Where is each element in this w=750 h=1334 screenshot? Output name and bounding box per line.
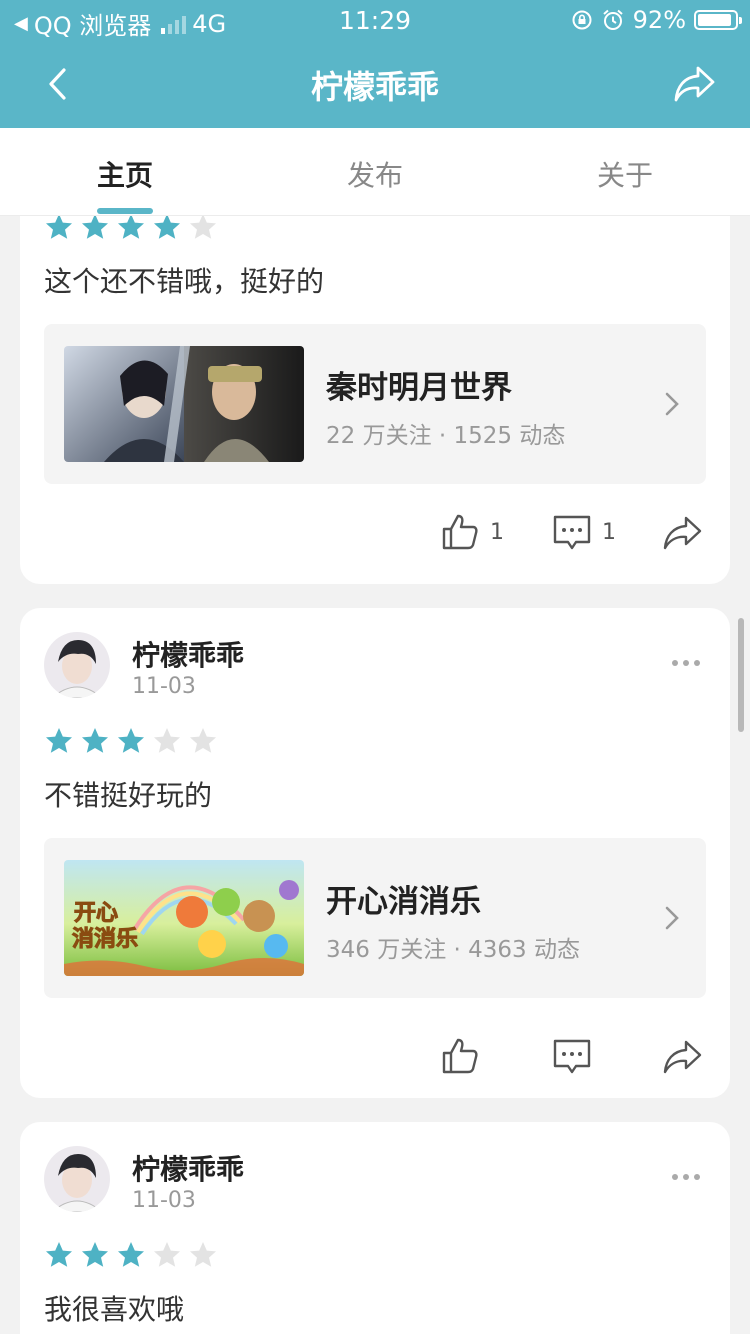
star-empty-icon bbox=[154, 728, 180, 753]
feed[interactable]: 这个还不错哦，挺好的 秦时明月世界 22 万关注 · 1525 动态 1 1 柠… bbox=[0, 216, 750, 1334]
post-actions: 1 1 bbox=[20, 502, 730, 562]
post-card: 柠檬乖乖 11-03 我很喜欢哦 bbox=[20, 1122, 730, 1334]
post-card: 这个还不错哦，挺好的 秦时明月世界 22 万关注 · 1525 动态 1 1 bbox=[20, 216, 730, 584]
alarm-icon bbox=[602, 9, 623, 30]
post-date: 11-03 bbox=[132, 674, 196, 699]
star-empty-icon bbox=[154, 1242, 180, 1267]
game-name: 开心消消乐 bbox=[326, 884, 481, 920]
star-filled-icon bbox=[82, 1242, 108, 1267]
more-options-icon[interactable] bbox=[672, 1174, 700, 1180]
comment-button[interactable]: 1 bbox=[552, 512, 616, 552]
game-card[interactable]: 秦时明月世界 22 万关注 · 1525 动态 bbox=[44, 324, 706, 484]
rotation-lock-icon bbox=[572, 10, 592, 30]
avatar[interactable] bbox=[44, 1146, 110, 1212]
battery-percent: 92% bbox=[632, 6, 686, 34]
post-text: 这个还不错哦，挺好的 bbox=[44, 265, 325, 298]
share-icon[interactable] bbox=[672, 62, 716, 106]
star-filled-icon bbox=[46, 1242, 72, 1267]
page-title: 柠檬乖乖 bbox=[310, 68, 439, 106]
game-thumbnail bbox=[64, 346, 304, 462]
like-count: 1 bbox=[490, 519, 504, 545]
tab-indicator bbox=[97, 208, 153, 214]
star-filled-icon bbox=[46, 216, 72, 239]
author-name[interactable]: 柠檬乖乖 bbox=[132, 634, 244, 674]
star-filled-icon bbox=[82, 728, 108, 753]
share-arrow-icon bbox=[663, 1040, 702, 1074]
more-options-icon[interactable] bbox=[672, 660, 700, 666]
nav-bar: 柠檬乖乖 bbox=[0, 40, 750, 128]
star-filled-icon bbox=[154, 216, 180, 239]
comment-button[interactable] bbox=[552, 1036, 602, 1076]
chevron-right-icon bbox=[665, 906, 679, 930]
rating-stars bbox=[44, 726, 218, 756]
comment-icon bbox=[553, 515, 591, 550]
chevron-right-icon bbox=[665, 392, 679, 416]
comment-count: 1 bbox=[602, 519, 616, 545]
post-text: 不错挺好玩的 bbox=[44, 779, 213, 812]
game-stats: 346 万关注 · 4363 动态 bbox=[326, 937, 580, 963]
tab-posts[interactable]: 发布 bbox=[250, 154, 500, 194]
like-button[interactable] bbox=[440, 1036, 490, 1076]
thumbs-up-icon bbox=[442, 514, 478, 550]
star-empty-icon bbox=[190, 728, 216, 753]
avatar[interactable] bbox=[44, 632, 110, 698]
author-name[interactable]: 柠檬乖乖 bbox=[132, 1148, 244, 1188]
comment-icon bbox=[553, 1039, 591, 1074]
star-filled-icon bbox=[82, 216, 108, 239]
rating-stars bbox=[44, 216, 218, 242]
star-filled-icon bbox=[118, 728, 144, 753]
like-button[interactable]: 1 bbox=[440, 512, 504, 552]
star-filled-icon bbox=[46, 728, 72, 753]
game-name: 秦时明月世界 bbox=[326, 370, 512, 406]
battery-icon bbox=[694, 10, 742, 30]
game-thumbnail: 开心 消消乐 bbox=[64, 860, 304, 976]
game-card[interactable]: 开心 消消乐 开心消消乐 346 万关注 · 4363 动态 bbox=[44, 838, 706, 998]
game-stats: 22 万关注 · 1525 动态 bbox=[326, 423, 566, 449]
post-date: 11-03 bbox=[132, 1188, 196, 1213]
star-filled-icon bbox=[118, 216, 144, 239]
post-actions bbox=[20, 1026, 730, 1086]
rating-stars bbox=[44, 1240, 218, 1270]
tab-about[interactable]: 关于 bbox=[500, 154, 750, 194]
tab-home[interactable]: 主页 bbox=[0, 154, 250, 194]
share-button[interactable] bbox=[662, 512, 702, 552]
star-empty-icon bbox=[190, 1242, 216, 1267]
post-text: 我很喜欢哦 bbox=[44, 1293, 185, 1326]
post-card: 柠檬乖乖 11-03 不错挺好玩的 开心 消消乐 开心消消乐 346 万关注 ·… bbox=[20, 608, 730, 1098]
star-filled-icon bbox=[118, 1242, 144, 1267]
scrollbar[interactable] bbox=[738, 618, 744, 732]
share-arrow-icon bbox=[663, 516, 702, 550]
thumbs-up-icon bbox=[442, 1038, 478, 1074]
status-bar: ◀ QQ 浏览器 4G 11:29 92% bbox=[0, 0, 750, 40]
star-empty-icon bbox=[190, 216, 216, 239]
svg-text:消消乐: 消消乐 bbox=[72, 927, 138, 952]
tab-bar: 主页 发布 关于 bbox=[0, 128, 750, 216]
share-button[interactable] bbox=[662, 1036, 702, 1076]
svg-text:开心: 开心 bbox=[74, 901, 118, 926]
